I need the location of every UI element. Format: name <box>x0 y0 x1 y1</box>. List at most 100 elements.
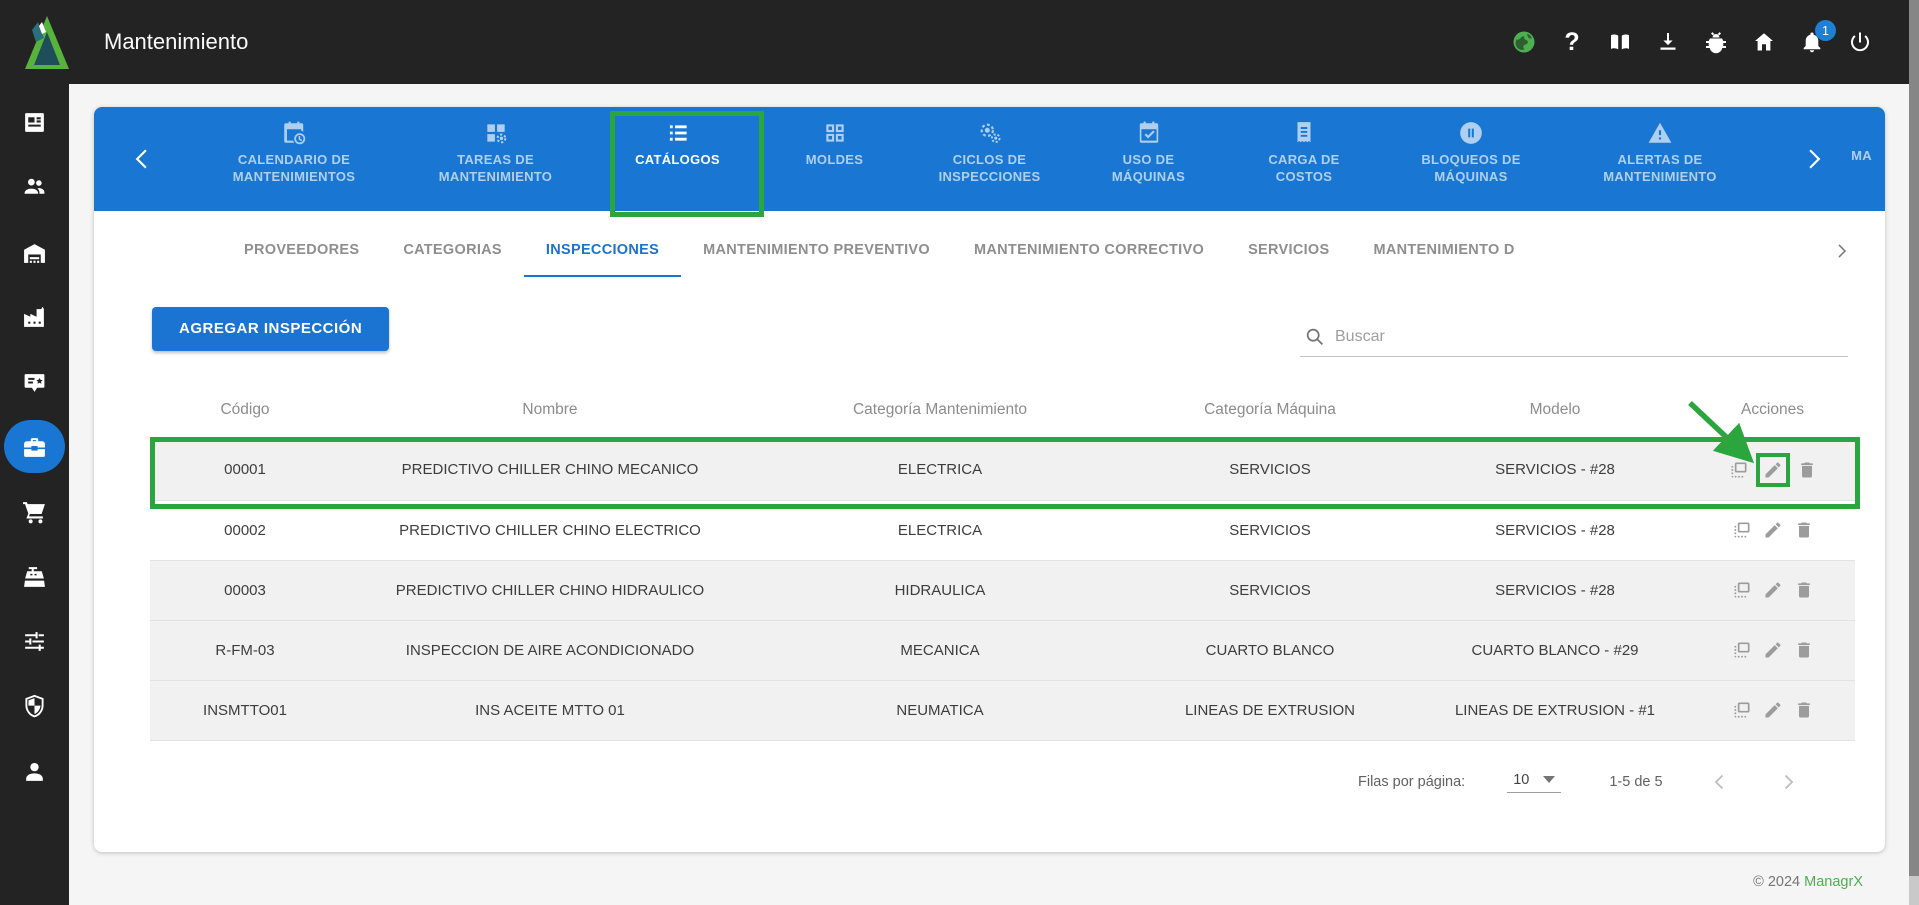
row-actions <box>1690 580 1855 600</box>
tab-tareas-de-mantenimiento[interactable]: TAREAS DE MANTENIMIENTO <box>396 107 595 211</box>
cell-modelo: SERVICIOS - #28 <box>1495 461 1615 479</box>
delete-trash-icon[interactable] <box>1794 580 1814 600</box>
edit-pencil-icon[interactable] <box>1763 460 1783 480</box>
cell-categoria-maquina: SERVICIOS <box>1229 461 1311 479</box>
cell-codigo: R-FM-03 <box>215 641 275 659</box>
edit-pencil-icon[interactable] <box>1763 580 1783 600</box>
tab-uso-de-maquinas[interactable]: USO DE MÁQUINAS <box>1070 107 1227 211</box>
subtab-categorias[interactable]: CATEGORIAS <box>381 225 524 277</box>
duplicate-icon[interactable] <box>1729 460 1749 480</box>
cell-categoria-mantenimiento: ELECTRICA <box>897 521 983 539</box>
cell-categoria-maquina: SERVICIOS <box>1229 581 1311 599</box>
table-row: 00003 PREDICTIVO CHILLER CHINO HIDRAULIC… <box>150 560 1855 620</box>
duplicate-icon[interactable] <box>1732 520 1752 540</box>
subtab-mantenimiento-d-clipped[interactable]: MANTENIMIENTO D <box>1351 225 1536 277</box>
subtab-inspecciones[interactable]: INSPECCIONES <box>523 225 682 277</box>
delete-trash-icon[interactable] <box>1797 460 1817 480</box>
book-docs-icon[interactable] <box>1607 29 1633 55</box>
sidebar-item-shield-security[interactable] <box>0 683 69 729</box>
content-card: CALENDARIO DE MANTENIMIENTOS TAREAS DE M… <box>94 107 1885 852</box>
delete-trash-icon[interactable] <box>1794 700 1814 720</box>
pagination-next-button[interactable] <box>1777 771 1799 793</box>
chevron-left-icon <box>135 149 147 169</box>
rows-per-page-select[interactable]: 10 <box>1507 771 1562 793</box>
sidebar-item-news-dashboard[interactable] <box>0 99 69 145</box>
sidebar-item-user-profile[interactable] <box>0 748 69 794</box>
tab-alertas-de-mantenimiento[interactable]: ALERTAS DE MANTENIMIENTO <box>1561 107 1759 211</box>
tab-moldes[interactable]: MOLDES <box>760 107 909 211</box>
grid-four-icon <box>825 124 844 142</box>
delete-trash-icon[interactable] <box>1794 520 1814 540</box>
download-icon[interactable] <box>1655 29 1681 55</box>
subtab-mantenimiento-preventivo[interactable]: MANTENIMIENTO PREVENTIVO <box>681 225 952 277</box>
table-header-row: Código Nombre Categoría Mantenimiento Ca… <box>150 380 1855 440</box>
column-header-modelo: Modelo <box>1529 401 1581 418</box>
vertical-scrollbar <box>1909 0 1919 905</box>
column-header-codigo: Código <box>220 401 270 418</box>
subtabs-scroll-right-button[interactable] <box>1832 225 1850 277</box>
annotation-box-edit-icon <box>1755 452 1790 487</box>
row-actions <box>1690 640 1855 660</box>
pagination-prev-button[interactable] <box>1709 771 1731 793</box>
brand-link[interactable]: ManagrX <box>1804 874 1863 890</box>
subtab-proveedores[interactable]: PROVEEDORES <box>222 225 381 277</box>
cell-nombre: INS ACEITE MTTO 01 <box>475 701 625 719</box>
tabs-scroll-right-button[interactable] <box>1788 107 1838 211</box>
edit-pencil-icon[interactable] <box>1763 700 1783 720</box>
cell-categoria-maquina: CUARTO BLANCO <box>1205 641 1335 659</box>
globe-language-icon[interactable] <box>1511 29 1537 55</box>
shopping-cart-icon <box>23 501 45 523</box>
cell-categoria-mantenimiento: ELECTRICA <box>897 461 983 479</box>
sidebar-item-warehouse[interactable] <box>0 230 69 276</box>
tab-carga-de-costos[interactable]: CARGA DE COSTOS <box>1227 107 1381 211</box>
add-inspection-button[interactable]: AGREGAR INSPECCIÓN <box>152 307 390 351</box>
cell-categoria-maquina: LINEAS DE EXTRUSION <box>1184 701 1356 719</box>
tab-partially-visible[interactable]: MA <box>1838 107 1885 211</box>
notification-count-badge[interactable]: 1 <box>1815 20 1836 41</box>
sidebar-item-cash-register[interactable] <box>0 554 69 600</box>
search-field <box>1300 317 1848 357</box>
edit-pencil-icon[interactable] <box>1763 520 1783 540</box>
tab-ciclos-de-inspecciones[interactable]: CICLOS DE INSPECCIONES <box>909 107 1070 211</box>
tab-calendario-de-mantenimientos[interactable]: CALENDARIO DE MANTENIMIENTOS <box>192 107 396 211</box>
receipt-icon <box>1297 122 1311 143</box>
tab-bloqueos-de-maquinas[interactable]: BLOQUEOS DE MÁQUINAS <box>1381 107 1561 211</box>
chevron-right-icon <box>1838 244 1847 258</box>
sidebar-item-users[interactable] <box>0 163 69 209</box>
cell-nombre: PREDICTIVO CHILLER CHINO HIDRAULICO <box>395 581 705 599</box>
cell-modelo: SERVICIOS - #28 <box>1495 521 1615 539</box>
column-header-categoria-maquina: Categoría Máquina <box>1204 401 1336 418</box>
bug-report-icon[interactable] <box>1703 29 1729 55</box>
power-icon[interactable] <box>1847 29 1873 55</box>
duplicate-icon[interactable] <box>1732 700 1752 720</box>
column-header-acciones: Acciones <box>1741 401 1804 418</box>
duplicate-icon[interactable] <box>1732 580 1752 600</box>
dropdown-caret-icon <box>1543 776 1556 783</box>
chevron-left-icon <box>1714 774 1723 790</box>
subtab-servicios[interactable]: SERVICIOS <box>1226 225 1351 277</box>
tabs-scroll-left-button[interactable] <box>94 107 192 211</box>
sidebar-item-toolbox-maintenance[interactable] <box>0 424 69 470</box>
edit-pencil-icon[interactable] <box>1763 640 1783 660</box>
notifications-bell-icon[interactable]: 1 <box>1799 20 1836 55</box>
home-icon[interactable] <box>1751 29 1777 55</box>
list-icon <box>669 125 687 141</box>
sidebar-item-factory[interactable] <box>0 294 69 340</box>
footer-copyright: © 2024 ManagrX <box>1753 874 1863 890</box>
delete-trash-icon[interactable] <box>1794 640 1814 660</box>
search-input[interactable] <box>1335 327 1815 346</box>
gears-icon <box>980 123 1001 143</box>
scrollbar-thumb[interactable] <box>1909 0 1919 876</box>
subtab-mantenimiento-correctivo[interactable]: MANTENIMIENTO CORRECTIVO <box>952 225 1226 277</box>
rows-per-page-value: 10 <box>1513 771 1530 788</box>
chevron-right-icon <box>1784 774 1793 790</box>
sidebar-item-tune-sliders[interactable] <box>0 618 69 664</box>
duplicate-icon[interactable] <box>1732 640 1752 660</box>
sidebar-item-shopping-cart[interactable] <box>0 489 69 535</box>
tab-catalogos[interactable]: CATÁLOGOS <box>595 107 760 211</box>
cell-codigo: 00002 <box>224 521 266 539</box>
column-header-nombre: Nombre <box>522 401 578 418</box>
table-row: R-FM-03 INSPECCION DE AIRE ACONDICIONADO… <box>150 620 1855 680</box>
sidebar-item-certificate[interactable] <box>0 359 69 405</box>
help-icon[interactable]: ? <box>1559 28 1585 56</box>
